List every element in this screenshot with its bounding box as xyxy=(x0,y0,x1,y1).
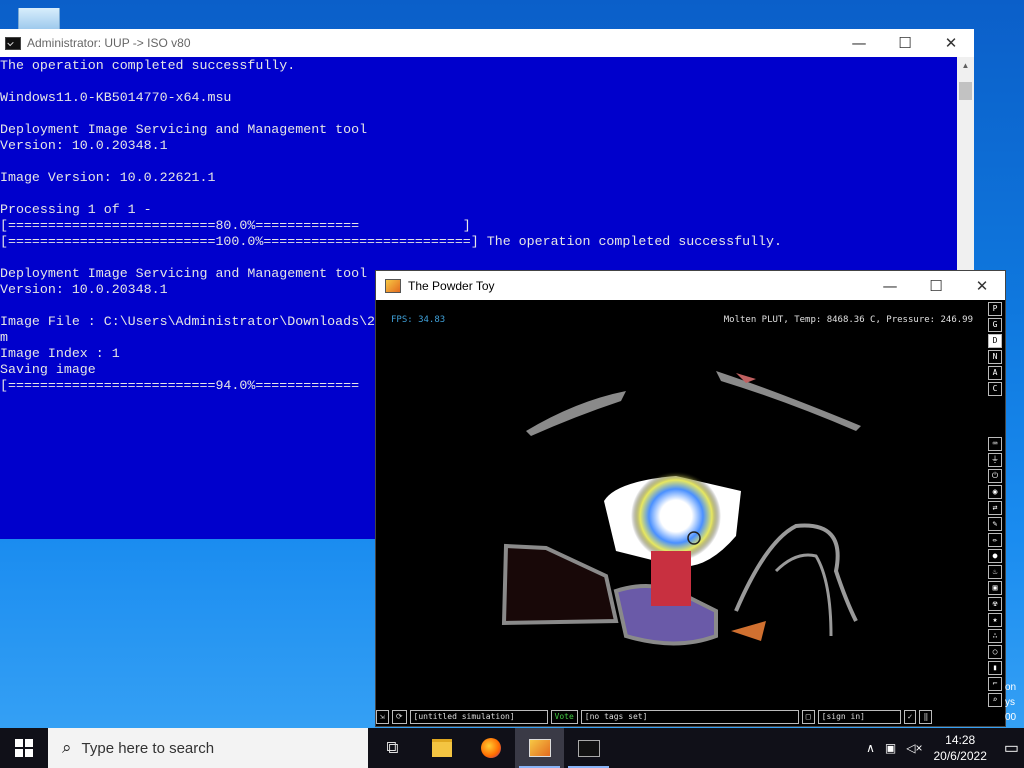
maximize-button[interactable]: ☐ xyxy=(913,277,959,295)
clear-icon[interactable]: □ xyxy=(801,710,815,724)
cmd-line: [==========================80.0%========… xyxy=(0,218,471,233)
powder-toy-app-icon xyxy=(385,278,401,293)
powder-toy-title: The Powder Toy xyxy=(408,278,495,293)
simulation-canvas[interactable]: FPS: 34.83 Molten PLUT, Temp: 8468.36 C,… xyxy=(376,301,987,708)
cmd-line: The operation completed successfully. xyxy=(0,58,296,73)
cmd-taskbar-icon[interactable] xyxy=(564,728,613,768)
network-icon[interactable]: ▣ xyxy=(885,741,896,755)
power-plug-icon[interactable]: ⏚ xyxy=(988,453,1002,467)
wire-strand xyxy=(774,553,833,637)
windows-logo-icon xyxy=(15,739,33,757)
render-mode-button-a[interactable]: A xyxy=(988,366,1002,380)
taskbar: ⌕ Type here to search ⧉ ∧ ▣ ◁× 14:28 20/… xyxy=(0,728,1024,768)
close-button[interactable]: ✕ xyxy=(959,277,1005,295)
cmd-line: Deployment Image Servicing and Managemen… xyxy=(0,122,368,137)
desktop-text-fragment: ys xyxy=(1005,697,1015,708)
simulation-name[interactable]: [untitled simulation] xyxy=(409,710,548,724)
ruler-icon[interactable]: ⌐ xyxy=(988,677,1002,691)
category-panel: ⌨ ⏚ ⏻ ◉ ⇄ ✎ ✏ ● ♨ ▣ ☢ ★ ∴ ○ ▮ ⌐ ⌕ xyxy=(988,437,1003,709)
render-mode-button-p[interactable]: P xyxy=(988,302,1002,316)
task-view-icon[interactable]: ⧉ xyxy=(368,728,417,768)
powder-toy-window: The Powder Toy — ☐ ✕ FPS: 34.83 Molten P… xyxy=(375,270,1006,727)
arrows-icon[interactable]: ⇄ xyxy=(988,501,1002,515)
search-icon[interactable]: ⌕ xyxy=(988,693,1002,707)
volume-icon[interactable]: ◁× xyxy=(906,741,922,755)
hud-info: Molten PLUT, Temp: 8468.36 C, Pressure: … xyxy=(723,315,973,325)
spark-orange xyxy=(731,621,766,641)
cmd-line: Image Version: 10.0.22621.1 xyxy=(0,170,216,185)
search-icon: ⌕ xyxy=(62,738,72,757)
bulb-icon[interactable]: ○ xyxy=(988,645,1002,659)
open-icon[interactable]: ⇲ xyxy=(376,710,389,724)
firefox-icon[interactable] xyxy=(466,728,515,768)
system-tray: ∧ ▣ ◁× 14:28 20/6/2022 ▭ xyxy=(861,732,1024,764)
clock-date: 20/6/2022 xyxy=(933,749,987,763)
start-button[interactable] xyxy=(0,728,48,768)
cmd-title: Administrator: UUP -> ISO v80 xyxy=(27,36,191,50)
desktop-text-fragment: on xyxy=(1005,682,1017,693)
minimize-button[interactable]: — xyxy=(836,34,882,52)
reload-icon[interactable]: ⟳ xyxy=(391,710,407,724)
clock-time: 14:28 xyxy=(945,733,976,747)
fps-readout: FPS: 34.83 xyxy=(391,315,446,325)
flame-icon[interactable]: ♨ xyxy=(988,565,1002,579)
search-placeholder: Type here to search xyxy=(81,739,215,757)
tags-field[interactable]: [no tags set] xyxy=(580,710,799,724)
cmd-line xyxy=(0,154,957,170)
bomb-icon[interactable]: ◉ xyxy=(988,485,1002,499)
minimize-button[interactable]: — xyxy=(867,277,913,295)
cmd-titlebar[interactable]: Administrator: UUP -> ISO v80 — ☐ ✕ xyxy=(0,29,974,57)
sign-in-button[interactable]: [sign in] xyxy=(817,710,901,724)
powder-toy-taskbar-icon[interactable] xyxy=(515,728,564,768)
search-box[interactable]: ⌕ Type here to search xyxy=(48,728,368,768)
drop-icon[interactable]: ● xyxy=(988,549,1002,563)
recycle-bin-icon[interactable] xyxy=(18,8,60,31)
render-mode-button-g[interactable]: G xyxy=(988,318,1002,332)
power-icon[interactable]: ⏻ xyxy=(988,469,1002,483)
container-box xyxy=(501,543,619,626)
radiation-icon[interactable]: ☢ xyxy=(988,597,1002,611)
pause-icon[interactable]: ‖ xyxy=(919,710,933,724)
bookmark-icon[interactable]: ▮ xyxy=(988,661,1002,675)
vote-button[interactable]: Vote xyxy=(550,710,578,724)
cmd-app-icon xyxy=(5,36,21,50)
settings-icon[interactable]: ✓ xyxy=(903,710,917,724)
wire-loop xyxy=(734,523,858,622)
render-mode-button-c[interactable]: C xyxy=(988,382,1002,396)
box-icon[interactable]: ▣ xyxy=(988,581,1002,595)
dots-icon[interactable]: ∴ xyxy=(988,629,1002,643)
star-icon[interactable]: ★ xyxy=(988,613,1002,627)
brush-icon[interactable]: ✎ xyxy=(988,517,1002,531)
cmd-line xyxy=(0,186,957,202)
scroll-up-arrow-icon[interactable]: ▲ xyxy=(957,57,974,74)
notifications-icon[interactable]: ▭ xyxy=(1004,738,1019,758)
cmd-line: [==========================100.0%=======… xyxy=(0,234,782,249)
stone-streak-right xyxy=(716,371,861,431)
file-explorer-icon[interactable] xyxy=(417,728,466,768)
close-button[interactable]: ✕ xyxy=(928,34,974,52)
render-mode-panel: PGDNAC xyxy=(988,302,1003,398)
pencil-icon[interactable]: ✏ xyxy=(988,533,1002,547)
render-mode-button-n[interactable]: N xyxy=(988,350,1002,364)
cmd-line xyxy=(0,106,957,122)
cmd-line xyxy=(0,250,957,266)
plasma-glow xyxy=(631,471,721,561)
cmd-line: Windows11.0-KB5014770-x64.msu xyxy=(0,90,232,105)
clock[interactable]: 14:28 20/6/2022 xyxy=(933,732,986,764)
keyboard-icon[interactable]: ⌨ xyxy=(988,437,1002,451)
scroll-thumb[interactable] xyxy=(959,82,972,100)
cmd-line xyxy=(0,74,957,90)
maximize-button[interactable]: ☐ xyxy=(882,34,928,52)
chevron-up-icon[interactable]: ∧ xyxy=(866,741,875,755)
desktop-text-fragment: 00 xyxy=(1005,712,1017,723)
cmd-line: Version: 10.0.20348.1 xyxy=(0,138,168,153)
simulation-drawing xyxy=(501,371,861,646)
cmd-line: Processing 1 of 1 - xyxy=(0,202,152,217)
render-mode-button-d[interactable]: D xyxy=(988,334,1002,348)
bottom-toolbar: ⇲ ⟳ [untitled simulation] Vote [no tags … xyxy=(376,709,1005,725)
powder-toy-titlebar[interactable]: The Powder Toy — ☐ ✕ xyxy=(376,271,1005,300)
red-core xyxy=(651,551,691,606)
stone-streak-left xyxy=(526,391,626,436)
